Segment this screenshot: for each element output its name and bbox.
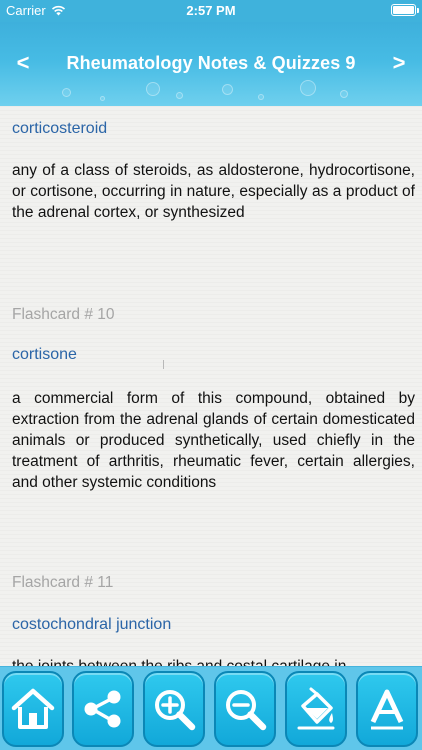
flashcard-label: Flashcard # 10 xyxy=(12,306,115,323)
zoom-in-button[interactable] xyxy=(143,671,205,747)
zoom-in-icon xyxy=(155,690,196,731)
flashcard-label: Flashcard # 11 xyxy=(12,574,114,591)
previous-button[interactable]: < xyxy=(8,50,38,76)
zoom-out-icon xyxy=(226,690,267,731)
status-right xyxy=(391,4,419,16)
home-icon xyxy=(11,688,55,729)
share-button[interactable] xyxy=(72,671,134,747)
battery-icon xyxy=(391,4,419,16)
nav-bar: < Rheumatology Notes & Quizzes 9 > xyxy=(0,22,422,106)
flashcard-definition: any of a class of steroids, as aldostero… xyxy=(12,162,415,221)
font-button[interactable] xyxy=(356,671,418,747)
flashcard-term: corticosteroid xyxy=(12,120,108,137)
share-icon xyxy=(84,690,121,728)
flashcard-definition: the joints between the ribs and costal c… xyxy=(12,656,415,666)
flashcard-term: cortisone xyxy=(12,346,77,363)
font-icon xyxy=(370,689,404,730)
home-button[interactable] xyxy=(2,671,64,747)
flashcard-list[interactable]: corticosteroid any of a class of steroid… xyxy=(0,106,422,666)
page-title: Rheumatology Notes & Quizzes 9 xyxy=(66,53,356,73)
next-button[interactable]: > xyxy=(384,50,414,76)
status-time: 2:57 PM xyxy=(186,3,236,18)
flashcard-definition: a commercial form of this compound, obta… xyxy=(12,390,415,491)
paint-bucket-icon xyxy=(297,687,335,730)
bottom-toolbar xyxy=(0,666,422,750)
theme-button[interactable] xyxy=(285,671,347,747)
status-bar: Carrier 2:57 PM xyxy=(0,0,422,22)
flashcard-term: costochondral junction xyxy=(12,616,172,633)
zoom-out-button[interactable] xyxy=(214,671,276,747)
divider-mark xyxy=(163,360,164,369)
